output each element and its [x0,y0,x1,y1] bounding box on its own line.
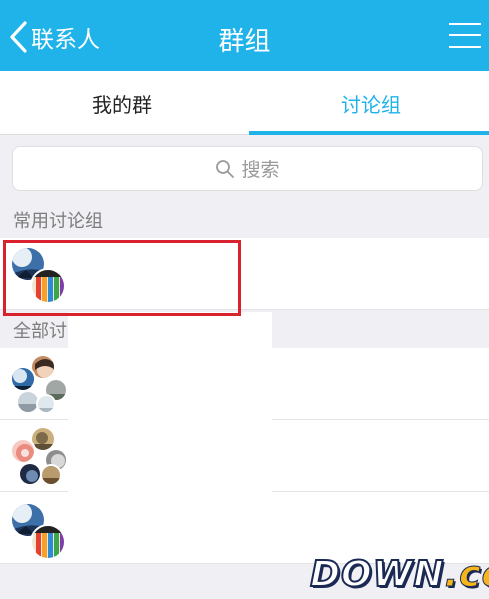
group-avatar [10,354,70,416]
member-avatar [10,366,36,392]
watermark-logo: DOWN.cc [309,553,489,596]
nav-bar: 联系人 群组 [0,0,489,71]
member-avatar [10,438,36,464]
section-header-frequent: 常用讨论组 [0,202,489,238]
page-title: 群组 [218,27,271,57]
search-input[interactable]: 搜索 [12,146,483,191]
watermark-main: DOWN [309,553,445,596]
hamburger-menu-icon[interactable] [449,20,481,50]
tab-discussion-groups[interactable]: 讨论组 [249,71,489,135]
search-bar: 搜索 [0,136,489,202]
occluding-panel [68,312,272,494]
member-avatar [18,462,42,486]
watermark-suffix: .cc [444,553,489,595]
highlight-box [3,240,241,316]
member-avatar [36,394,56,414]
member-avatar [40,464,62,486]
group-avatar [10,426,70,488]
search-placeholder: 搜索 [241,159,280,181]
tab-my-groups[interactable]: 我的群 [0,71,244,135]
active-tab-indicator [249,131,489,135]
segment-tabs: 我的群 讨论组 [0,71,489,135]
group-avatar [10,500,70,560]
search-icon [216,159,235,178]
member-avatar [30,524,66,560]
